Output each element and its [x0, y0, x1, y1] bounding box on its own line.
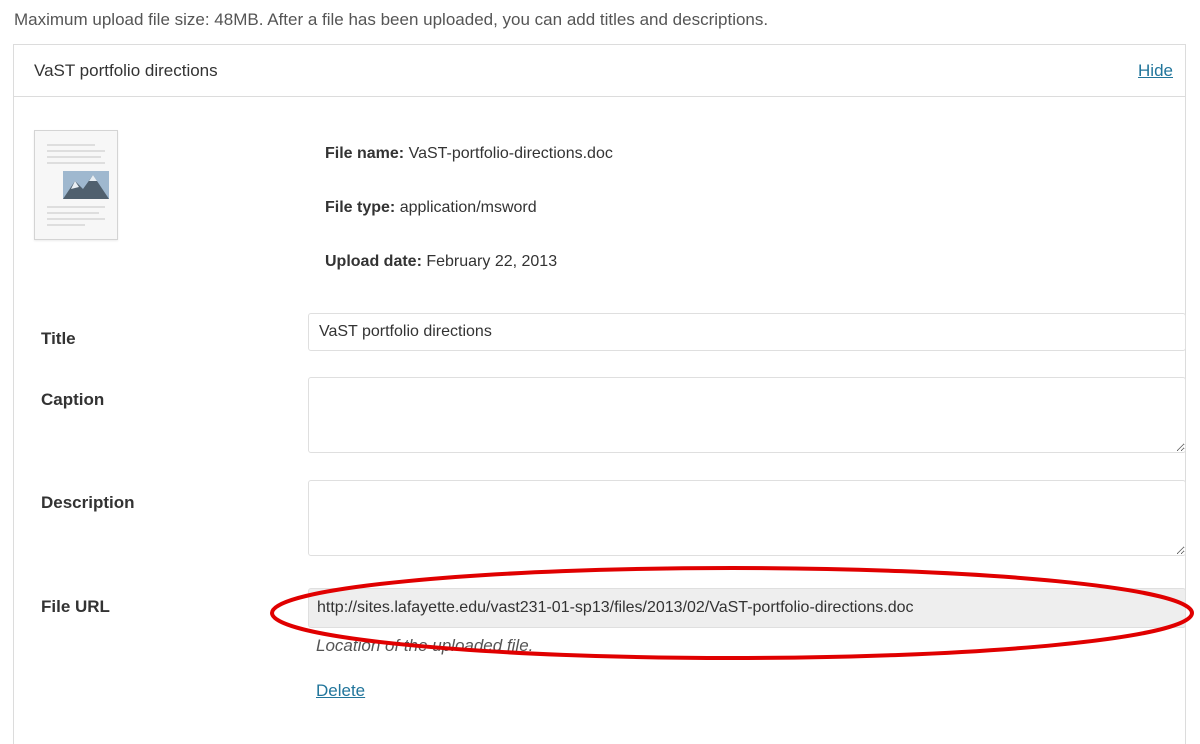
caption-label: Caption — [41, 390, 105, 409]
upload-date-value: February 22, 2013 — [426, 253, 558, 270]
caption-textarea[interactable] — [308, 377, 1186, 453]
description-textarea[interactable] — [308, 480, 1186, 556]
title-label: Title — [41, 329, 76, 348]
upload-note: Maximum upload file size: 48MB. After a … — [14, 10, 769, 29]
title-input[interactable] — [308, 313, 1186, 351]
media-item-header: VaST portfolio directions Hide — [14, 45, 1185, 97]
file-url-help: Location of the uploaded file. — [316, 636, 534, 655]
document-thumbnail-icon — [34, 130, 118, 240]
file-url-label: File URL — [41, 597, 110, 616]
file-url-input[interactable] — [308, 588, 1186, 628]
file-type-value: application/msword — [399, 199, 537, 216]
upload-date-row: Upload date: February 22, 2013 — [325, 253, 557, 271]
file-type-row: File type: application/msword — [325, 199, 537, 217]
media-item-panel: VaST portfolio directions Hide File name… — [13, 44, 1186, 744]
file-name-value: VaST-portfolio-directions.doc — [408, 145, 613, 162]
media-item-title: VaST portfolio directions — [34, 61, 218, 80]
delete-link[interactable]: Delete — [316, 681, 365, 701]
file-type-label: File type: — [325, 199, 396, 216]
hide-link[interactable]: Hide — [1138, 61, 1173, 81]
file-name-row: File name: VaST-portfolio-directions.doc — [325, 145, 613, 163]
description-label: Description — [41, 493, 135, 512]
file-name-label: File name: — [325, 145, 405, 162]
upload-date-label: Upload date: — [325, 253, 422, 270]
